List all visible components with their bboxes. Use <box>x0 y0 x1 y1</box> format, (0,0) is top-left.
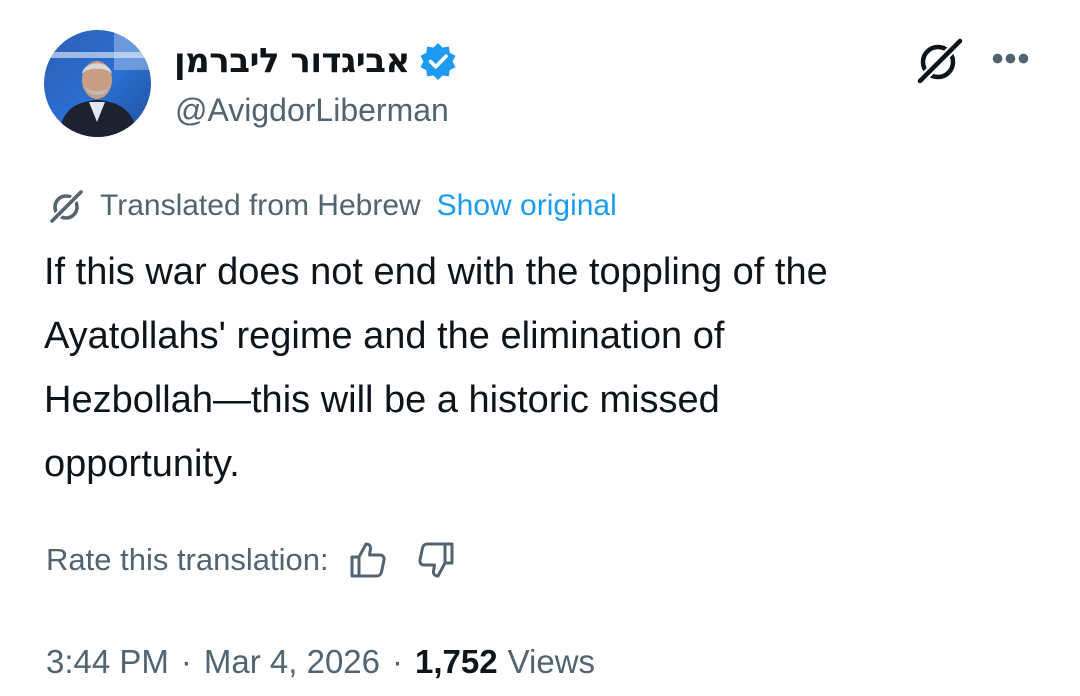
avatar[interactable] <box>44 30 151 137</box>
rate-translation-label: Rate this translation: <box>46 542 329 577</box>
grok-icon[interactable] <box>912 36 966 86</box>
meta-separator: · <box>180 643 192 680</box>
translation-bar: Translated from Hebrew Show original <box>46 184 617 228</box>
tweet-time[interactable]: 3:44 PM <box>46 643 169 681</box>
author-name-row[interactable]: אביגדור ליברמן <box>174 36 458 86</box>
thumbs-up-icon[interactable] <box>347 539 389 581</box>
avatar-image <box>44 30 151 137</box>
views-count[interactable]: 1,752 <box>415 643 498 681</box>
translated-from-label: Translated from Hebrew <box>100 189 421 222</box>
tweet-meta: 3:44 PM · Mar 4, 2026 · 1,752 Views <box>46 636 595 688</box>
tweet-text: If this war does not end with the toppli… <box>44 251 828 485</box>
more-options-button[interactable]: ••• <box>986 34 1036 84</box>
thumbs-down-icon[interactable] <box>415 539 457 581</box>
rate-translation-row: Rate this translation: <box>46 534 457 586</box>
grok-translate-icon <box>49 189 84 224</box>
author-display-name[interactable]: אביגדור ליברמן <box>174 41 410 81</box>
tweet-date[interactable]: Mar 4, 2026 <box>204 643 380 681</box>
meta-separator: · <box>392 643 404 680</box>
views-label[interactable]: Views <box>508 643 595 681</box>
author-handle[interactable]: @AvigdorLiberman <box>175 92 449 129</box>
show-original-link[interactable]: Show original <box>437 189 617 223</box>
verified-badge-icon <box>420 43 456 80</box>
